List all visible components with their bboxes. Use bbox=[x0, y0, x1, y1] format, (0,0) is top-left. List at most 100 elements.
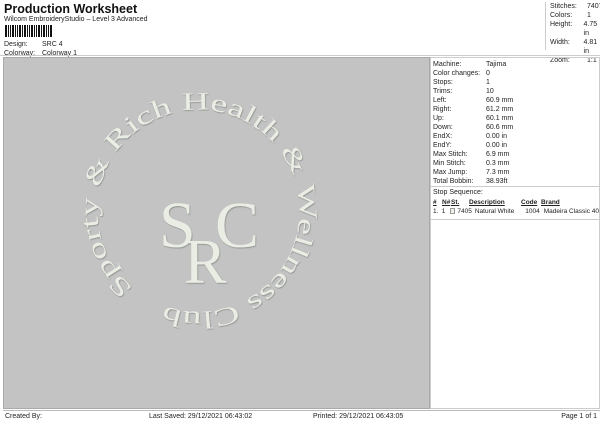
column-header: N# bbox=[442, 199, 451, 206]
details-value: 6.9 mm bbox=[486, 151, 510, 158]
stats-key: Height: bbox=[550, 21, 573, 28]
barcode-bar bbox=[5, 25, 7, 37]
barcode bbox=[5, 25, 56, 37]
barcode-bar bbox=[8, 25, 9, 37]
thread-code: 1004 bbox=[525, 208, 540, 215]
details-row: Down: 60.6 mm bbox=[433, 123, 599, 132]
barcode-bar bbox=[17, 25, 18, 37]
details-key: Min Stitch: bbox=[433, 160, 466, 167]
details-row: Total Bobbin: 38.93ft bbox=[433, 177, 599, 186]
column-header: # bbox=[433, 199, 437, 206]
stats-box: Stitches:7407Colors:1Height:4.75 inWidth… bbox=[545, 2, 600, 64]
details-panel: Machine: Tajima Color changes: 0 Stops: 1 Trim… bbox=[430, 57, 600, 409]
details-key: Machine: bbox=[433, 61, 462, 68]
details-value: 0.00 in bbox=[486, 133, 508, 140]
details-row: Left: 60.9 mm bbox=[433, 96, 599, 105]
details-key: Color changes: bbox=[433, 70, 481, 77]
details-key: Max Stitch: bbox=[433, 151, 468, 158]
details-row: Min Stitch: 0.3 mm bbox=[433, 159, 599, 168]
barcode-bar bbox=[10, 25, 11, 37]
details-value: 1 bbox=[486, 79, 490, 86]
barcode-bar bbox=[48, 25, 49, 37]
created-by: Created By: bbox=[5, 413, 42, 420]
details-key: Max Jump: bbox=[433, 169, 468, 176]
details-value: 61.2 mm bbox=[486, 106, 514, 113]
stats-value: 7407 bbox=[587, 3, 600, 10]
monogram-r: R bbox=[184, 226, 227, 297]
details-key: EndY: bbox=[433, 142, 452, 149]
software-name: Wilcom EmbroideryStudio – Level 3 Advanc… bbox=[4, 16, 148, 23]
stop-sequence-rows: 1. 1 7405 Natural White 1004 Madeira Classic … bbox=[431, 207, 599, 220]
details-key: Left: bbox=[433, 97, 447, 104]
details-key: Stops: bbox=[433, 79, 453, 86]
barcode-bar bbox=[24, 25, 26, 37]
stats-key: Width: bbox=[550, 39, 570, 46]
details-row: EndX: 0.00 in bbox=[433, 132, 599, 141]
thread-description: Natural White bbox=[474, 208, 515, 215]
stats-row: Colors: 1 bbox=[550, 11, 600, 20]
stats-key: Colors: bbox=[550, 12, 573, 19]
divider bbox=[0, 55, 600, 56]
details-row: EndY: 0.00 in bbox=[433, 141, 599, 150]
barcode-bar bbox=[36, 25, 37, 37]
column-header: Code bbox=[521, 199, 538, 206]
details-row: Color changes: 0 bbox=[433, 69, 599, 78]
details-value: 60.9 mm bbox=[486, 97, 514, 104]
details-row: Up: 60.1 mm bbox=[433, 114, 599, 123]
printed-date: Printed: 29/12/2021 06:43:05 bbox=[313, 413, 404, 420]
details-row: Max Jump: 7.3 mm bbox=[433, 168, 599, 177]
details-key: Down: bbox=[433, 124, 453, 131]
details-value: 10 bbox=[486, 88, 494, 95]
stop-sequence-row: 1. 1 7405 Natural White 1004 Madeira Classic … bbox=[431, 207, 599, 216]
row-number: 1. bbox=[433, 208, 439, 215]
details-row: Machine: Tajima bbox=[433, 60, 599, 69]
details-value: 0.3 mm bbox=[486, 160, 510, 167]
thread-brand: Madeira Classic 40 bbox=[543, 208, 599, 215]
footer: Created By: Last Saved: 29/12/2021 06:43… bbox=[3, 410, 600, 422]
column-header: St. bbox=[451, 199, 460, 206]
barcode-bar bbox=[31, 25, 33, 37]
details-value: 38.93ft bbox=[486, 178, 508, 185]
details-row: Right: 61.2 mm bbox=[433, 105, 599, 114]
details-key: Trims: bbox=[433, 88, 453, 95]
needle-number: 1 bbox=[441, 208, 446, 215]
barcode-bar bbox=[27, 25, 28, 37]
barcode-bar bbox=[15, 25, 16, 37]
barcode-bar bbox=[34, 25, 35, 37]
details-value: Tajima bbox=[486, 61, 507, 68]
barcode-bar bbox=[41, 25, 42, 37]
barcode-bar bbox=[46, 25, 47, 37]
details-value: 60.6 mm bbox=[486, 124, 514, 131]
details-value: 0.00 in bbox=[486, 142, 508, 149]
details-list: Machine: Tajima Color changes: 0 Stops: 1 Trim… bbox=[431, 58, 599, 186]
last-saved: Last Saved: 29/12/2021 06:43:02 bbox=[149, 413, 253, 420]
barcode-bar bbox=[29, 25, 30, 37]
stats-value: 4.81 in bbox=[583, 39, 598, 55]
column-header: Brand bbox=[541, 199, 560, 206]
stop-sequence-header: # N# St. Description Code Brand bbox=[431, 198, 599, 207]
details-row: Stops: 1 bbox=[433, 78, 599, 87]
stats-row: Width: 4.81 in bbox=[550, 38, 600, 56]
barcode-bar bbox=[12, 25, 14, 37]
details-value: 60.1 mm bbox=[486, 115, 514, 122]
details-key: Up: bbox=[433, 115, 444, 122]
details-key: Total Bobbin: bbox=[433, 178, 474, 185]
design-label: Design: bbox=[4, 41, 28, 48]
details-row: Trims: 10 bbox=[433, 87, 599, 96]
thread-color-swatch bbox=[449, 208, 456, 214]
stop-sequence-label: Stop Sequence: bbox=[431, 186, 599, 198]
page-number: Page 1 of 1 bbox=[561, 413, 597, 420]
stats-row: Height: 4.75 in bbox=[550, 20, 600, 38]
page-title: Production Worksheet bbox=[4, 2, 138, 16]
embroidery-design: Sporty & Rich Health & Wellness Club S C… bbox=[76, 88, 322, 333]
details-key: EndX: bbox=[433, 133, 453, 140]
stats-row: Stitches: 7407 bbox=[550, 2, 600, 11]
barcode-bar bbox=[43, 25, 45, 37]
details-row: Max Stitch: 6.9 mm bbox=[433, 150, 599, 159]
barcode-bar bbox=[38, 25, 40, 37]
stitch-count: 7405 bbox=[457, 208, 472, 215]
column-header: Description bbox=[469, 199, 505, 206]
details-value: 7.3 mm bbox=[486, 169, 510, 176]
barcode-bar bbox=[19, 25, 21, 37]
design-preview: Sporty & Rich Health & Wellness Club S C… bbox=[3, 57, 430, 409]
